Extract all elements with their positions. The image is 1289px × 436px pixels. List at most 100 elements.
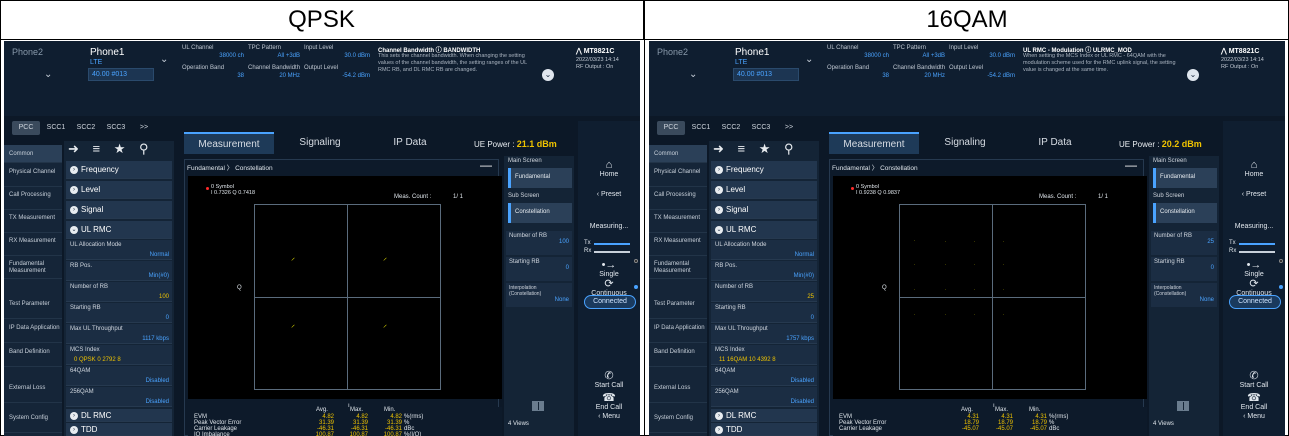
output-level-value[interactable]: -54.2 dBm: [949, 73, 1015, 79]
phone2-selector[interactable]: Phone2: [657, 47, 688, 57]
main-screen-select[interactable]: Fundamental: [1153, 168, 1217, 188]
expand-info-button[interactable]: ⌄: [1187, 69, 1199, 81]
param-tdd[interactable]: › TDD: [66, 423, 172, 436]
end-call-button[interactable]: ☎ End Call: [578, 391, 640, 411]
panel-starting-rb[interactable]: Starting RB 0: [506, 257, 572, 281]
param-dl-rmc[interactable]: › DL RMC: [66, 409, 172, 422]
search-icon[interactable]: ⚲: [139, 141, 154, 156]
tab-signaling[interactable]: Signaling: [921, 132, 1009, 154]
single-button[interactable]: •→ Single: [1223, 259, 1285, 278]
input-level-value[interactable]: 30.0 dBm: [949, 53, 1015, 59]
grid-view-icon[interactable]: [1177, 401, 1189, 411]
tab-more[interactable]: >>: [779, 121, 799, 135]
param-frequency[interactable]: › Frequency: [711, 161, 817, 179]
sidebar-item-test-parameter[interactable]: Test Parameter: [4, 297, 62, 319]
minimize-icon[interactable]: —: [480, 158, 492, 172]
home-button[interactable]: ⌂ Home: [578, 159, 640, 178]
single-button[interactable]: •→ Single: [578, 259, 640, 278]
param-ul-rmc[interactable]: ⌄ UL RMC: [66, 221, 172, 239]
list-icon[interactable]: ≡: [93, 141, 106, 156]
param-mcs-index[interactable]: MCS Index 11 16QAM 10 4392 8: [711, 345, 817, 365]
sidebar-item-test-parameter[interactable]: Test Parameter: [649, 297, 707, 319]
list-icon[interactable]: ≡: [738, 141, 751, 156]
favorite-star-icon[interactable]: ★: [759, 141, 776, 156]
ul-channel-value[interactable]: 38000 ch: [827, 53, 889, 59]
tab-signaling[interactable]: Signaling: [276, 132, 364, 154]
param-dl-rmc[interactable]: › DL RMC: [711, 409, 817, 422]
param-signal[interactable]: › Signal: [66, 201, 172, 219]
param-starting-rb[interactable]: Starting RB 0: [66, 303, 172, 323]
menu-button[interactable]: ‹ Menu: [1223, 413, 1285, 420]
tab-pcc[interactable]: PCC: [657, 121, 685, 135]
panel-number-of-rb[interactable]: Number of RB 100: [506, 231, 572, 255]
param-signal[interactable]: › Signal: [711, 201, 817, 219]
param-64qam[interactable]: 64QAM Disabled: [66, 366, 172, 386]
preset-button[interactable]: ‹ Preset: [578, 191, 640, 198]
next-icon[interactable]: ➜: [713, 141, 729, 156]
param-tdd[interactable]: › TDD: [711, 423, 817, 436]
continuous-button[interactable]: ⟳ Continuous: [1223, 277, 1285, 297]
panel-number-of-rb[interactable]: Number of RB 25: [1151, 231, 1217, 255]
param-ul-allocation-mode[interactable]: UL Allocation Mode Normal: [66, 240, 172, 260]
param-number-of-rb[interactable]: Number of RB 100: [66, 282, 172, 302]
tab-measurement[interactable]: Measurement: [829, 132, 919, 154]
breadcrumb-item[interactable]: Fundamental: [187, 165, 225, 172]
panel-starting-rb[interactable]: Starting RB 0: [1151, 257, 1217, 281]
start-call-button[interactable]: ✆ Start Call: [578, 369, 640, 389]
sidebar-item-call-processing[interactable]: Call Processing: [649, 188, 707, 210]
param-rb-pos[interactable]: RB Pos. Min(#0): [66, 261, 172, 281]
sidebar-item-common[interactable]: Common: [649, 145, 707, 163]
tpc-pattern-value[interactable]: All +3dB: [248, 53, 300, 59]
ul-channel-value[interactable]: 38000 ch: [182, 53, 244, 59]
tab-pcc[interactable]: PCC: [12, 121, 40, 135]
param-level[interactable]: › Level: [711, 181, 817, 199]
end-call-button[interactable]: ☎ End Call: [1223, 391, 1285, 411]
param-max-ul-throughput[interactable]: Max UL Throughput 1117 kbps: [66, 324, 172, 344]
views-button[interactable]: 4 Views: [1153, 421, 1174, 427]
sidebar-item-system-config[interactable]: System Config: [4, 411, 62, 433]
tab-scc3[interactable]: SCC3: [102, 121, 130, 135]
sidebar-item-call-processing[interactable]: Call Processing: [4, 188, 62, 210]
tab-ip-data[interactable]: IP Data: [366, 132, 454, 154]
grid-view-icon[interactable]: [532, 401, 544, 411]
operation-band-value[interactable]: 38: [827, 73, 889, 79]
tab-more[interactable]: >>: [134, 121, 154, 135]
phone2-selector[interactable]: Phone2: [12, 47, 43, 57]
breadcrumb-item[interactable]: Fundamental: [832, 165, 870, 172]
param-level[interactable]: › Level: [66, 181, 172, 199]
input-level-value[interactable]: 30.0 dBm: [304, 53, 370, 59]
preset-button[interactable]: ‹ Preset: [1223, 191, 1285, 198]
home-button[interactable]: ⌂ Home: [1223, 159, 1285, 178]
sub-screen-select[interactable]: Constellation: [1153, 203, 1217, 223]
channel-bandwidth-value[interactable]: 20 MHz: [893, 73, 945, 79]
output-level-value[interactable]: -54.2 dBm: [304, 73, 370, 79]
param-max-ul-throughput[interactable]: Max UL Throughput 1757 kbps: [711, 324, 817, 344]
expand-info-button[interactable]: ⌄: [542, 69, 554, 81]
tpc-pattern-value[interactable]: All +3dB: [893, 53, 945, 59]
sidebar-item-fundamental-measurement[interactable]: Fundamental Measurement: [649, 257, 707, 279]
sidebar-item-ip-data-application[interactable]: IP Data Application: [649, 321, 707, 343]
phone1-selector[interactable]: Phone1: [735, 47, 769, 58]
sidebar-item-tx-measurement[interactable]: TX Measurement: [4, 211, 62, 233]
param-ul-allocation-mode[interactable]: UL Allocation Mode Normal: [711, 240, 817, 260]
sidebar-item-tx-measurement[interactable]: TX Measurement: [649, 211, 707, 233]
param-256qam[interactable]: 256QAM Disabled: [711, 387, 817, 407]
views-button[interactable]: 4 Views: [508, 421, 529, 427]
favorite-star-icon[interactable]: ★: [114, 141, 131, 156]
sidebar-item-ip-data-application[interactable]: IP Data Application: [4, 321, 62, 343]
tab-measurement[interactable]: Measurement: [184, 132, 274, 154]
phone1-selector[interactable]: Phone1: [90, 47, 124, 58]
param-64qam[interactable]: 64QAM Disabled: [711, 366, 817, 386]
tab-scc2[interactable]: SCC2: [72, 121, 100, 135]
param-256qam[interactable]: 256QAM Disabled: [66, 387, 172, 407]
chevron-down-icon[interactable]: ⌄: [805, 54, 813, 65]
param-number-of-rb[interactable]: Number of RB 25: [711, 282, 817, 302]
sidebar-item-fundamental-measurement[interactable]: Fundamental Measurement: [4, 257, 62, 279]
operation-band-value[interactable]: 38: [182, 73, 244, 79]
sidebar-item-external-loss[interactable]: External Loss: [649, 381, 707, 403]
tab-scc3[interactable]: SCC3: [747, 121, 775, 135]
panel-interpolation[interactable]: Interpolation (Constellation) None: [1151, 283, 1217, 307]
param-mcs-index[interactable]: MCS Index 0 QPSK 0 2792 8: [66, 345, 172, 365]
tab-ip-data[interactable]: IP Data: [1011, 132, 1099, 154]
channel-bandwidth-value[interactable]: 20 MHz: [248, 73, 300, 79]
